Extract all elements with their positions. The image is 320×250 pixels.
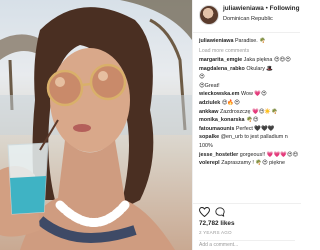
comment-row: 100% [193, 142, 301, 151]
comment-row: 😍 [193, 73, 301, 82]
photo-illustration [0, 0, 192, 250]
post-header: juliawieniawa • Following Dominican Repu… [193, 0, 300, 33]
post-photo[interactable] [0, 0, 192, 250]
comment-username[interactable]: monika_konarska [199, 117, 245, 123]
comment-username[interactable]: fatoumaounis [199, 126, 234, 132]
comment-row: volerepl Zapraszamy ! 🌴😍 piękne [193, 159, 301, 168]
comment-row: sopalke @en_urb to jest palladium n [193, 133, 301, 142]
comment-row: wieckowska.em Wow 💗😍 [193, 90, 301, 99]
caption: juliawieniawa Paradise. 🌴 [193, 36, 301, 46]
comment-icon[interactable] [215, 207, 225, 217]
comment-row: monika_konarska 🌴😍 [193, 116, 301, 125]
header-username[interactable]: juliawieniawa [223, 5, 264, 12]
comment-row: ankkaw Zazdroszczę 💗😍☀️🌴 [193, 108, 301, 117]
comment-text: 😍🔥😍 [221, 100, 240, 107]
comment-username[interactable]: wieckowska.em [199, 91, 239, 97]
comments-list[interactable]: juliawieniawa Paradise. 🌴 Load more comm… [193, 36, 301, 202]
post-date: 2 YEARS AGO [199, 230, 232, 235]
action-bar [193, 203, 301, 218]
location-link[interactable]: Dominican Republic [223, 16, 273, 22]
comment-text: 🌴😍 [246, 117, 259, 124]
comment-username[interactable]: sopalke [199, 134, 219, 140]
comment-text: Zazdroszczę 💗😍☀️🌴 [219, 108, 278, 115]
comment-text: Zapraszamy ! 🌴😍 piękne [221, 160, 286, 167]
comment-text: Okulary 🎩 [246, 65, 274, 72]
caption-text: Paradise. 🌴 [234, 38, 266, 44]
add-comment-input[interactable]: Add a comment... [199, 240, 295, 248]
comment-text: gorgeous!! 💗💗💗😍😍 [239, 151, 299, 158]
comment-username[interactable]: volerepl [199, 160, 220, 166]
post-details-panel: juliawieniawa • Following Dominican Repu… [192, 0, 301, 250]
comment-text: Wow 💗😍 [240, 91, 267, 98]
comment-username[interactable]: magdalena_rabko [199, 66, 245, 72]
comment-row: 😍Great! [193, 82, 301, 91]
heart-icon[interactable] [199, 207, 210, 217]
comment-username[interactable]: adziulek [199, 100, 220, 106]
header-separator: • [265, 5, 268, 12]
avatar[interactable] [199, 5, 219, 25]
comment-text: @en_urb to jest palladium n [220, 134, 288, 141]
comment-row: fatoumaounis Perfect 🖤🖤🖤 [193, 125, 301, 134]
comment-row: margarita_emgie Jaka piękna 😍😍😍 [193, 56, 301, 65]
comment-row: adziulek 😍🔥😍 [193, 99, 301, 108]
comment-text: Jaka piękna 😍😍😍 [243, 57, 291, 64]
likes-count[interactable]: 72,782 likes [199, 220, 235, 227]
caption-username[interactable]: juliawieniawa [199, 38, 233, 44]
comment-text: 😍 [199, 74, 205, 81]
comment-text: 😍Great! [199, 82, 220, 89]
comment-text: Perfect 🖤🖤🖤 [235, 125, 275, 132]
comment-row: jesse_hostetler gorgeous!! 💗💗💗😍😍 [193, 151, 301, 160]
comment-username[interactable]: ankkaw [199, 109, 218, 115]
load-more-comments-link[interactable]: Load more comments [193, 47, 301, 57]
following-button[interactable]: Following [270, 5, 300, 12]
comment-username[interactable]: jesse_hostetler [199, 152, 238, 158]
comment-username[interactable]: margarita_emgie [199, 57, 242, 63]
comment-text: 100% [199, 143, 213, 150]
comment-row: magdalena_rabko Okulary 🎩 [193, 65, 301, 74]
